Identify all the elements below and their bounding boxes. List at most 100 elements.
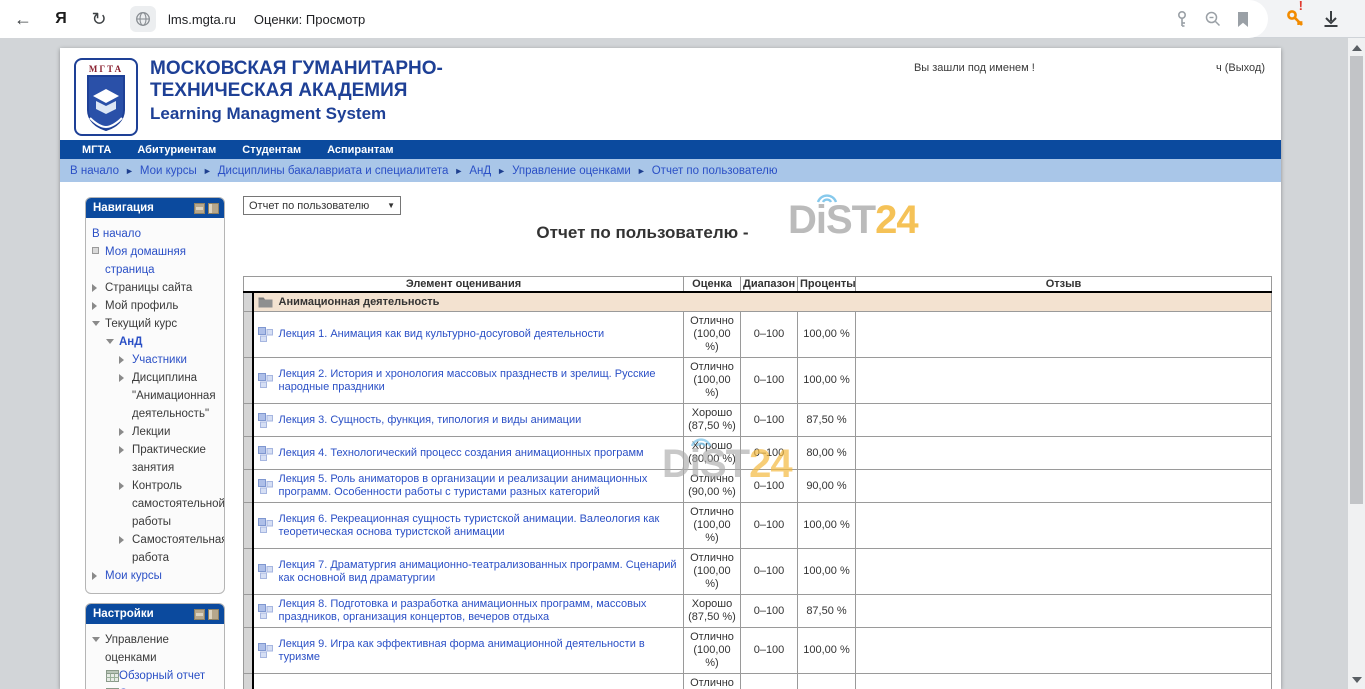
grade-item-link[interactable]: Лекция 7. Драматургия анимационно-театра… xyxy=(279,559,680,585)
dock-block-icon[interactable] xyxy=(208,203,219,214)
nav-item-2[interactable]: Абитуриентам xyxy=(137,144,216,156)
grade-item-cell: Лекция 7. Драматургия анимационно-театра… xyxy=(253,549,684,595)
sidebar-item[interactable]: Мой профиль xyxy=(92,297,220,315)
indent-cell xyxy=(244,437,253,470)
collapse-arrow-icon xyxy=(106,339,114,344)
grade-item-link[interactable]: Лекция 5. Роль аниматоров в организации … xyxy=(279,473,680,499)
logout-link[interactable]: ч (Выход) xyxy=(1216,62,1265,74)
grade-item-link[interactable]: Лекция 8. Подготовка и разработка анимац… xyxy=(279,598,680,624)
vertical-scrollbar[interactable] xyxy=(1348,38,1365,689)
grade-cell: Отлично(100,00 %) xyxy=(684,674,741,689)
column-header: Отзыв xyxy=(856,277,1272,293)
expand-arrow-icon xyxy=(119,482,124,490)
refresh-button[interactable]: ↻ xyxy=(84,4,114,34)
scroll-down-arrow[interactable] xyxy=(1348,672,1365,687)
page-title: Отчет по пользователю - xyxy=(536,223,748,243)
sidebar-item-label: Самостоятельная работа xyxy=(132,531,225,567)
feedback-cell xyxy=(856,437,1272,470)
percent-cell: 100,00 % xyxy=(798,312,856,358)
scrollbar-thumb[interactable] xyxy=(1350,56,1363,504)
breadcrumb-link[interactable]: Мои курсы xyxy=(140,165,197,177)
collapse-block-icon[interactable] xyxy=(194,609,205,620)
percent-cell: 87,50 % xyxy=(798,404,856,437)
expand-arrow-icon xyxy=(119,356,124,364)
grade-item-link[interactable]: Лекция 2. История и хронология массовых … xyxy=(279,368,680,394)
breadcrumb-link[interactable]: Отчет по пользователю xyxy=(652,165,778,177)
grades-table: Элемент оцениванияОценкаДиапазонПроценты… xyxy=(243,276,1272,689)
sidebar-item[interactable]: Управление оценками xyxy=(92,631,220,667)
range-cell: 0–100 xyxy=(741,503,798,549)
breadcrumb-link[interactable]: АнД xyxy=(469,165,491,177)
sidebar-item[interactable]: В начало xyxy=(92,225,220,243)
report-type-select[interactable]: Отчет по пользователю ▼ xyxy=(243,196,401,215)
table-row: Итоговое тестированиеОтлично(100,00 %)0–… xyxy=(244,674,1272,689)
indent-cell xyxy=(244,292,253,312)
sidebar-item-label: Лекции xyxy=(132,423,220,441)
bookmark-icon[interactable] xyxy=(1236,11,1250,28)
sidebar-item[interactable]: Участники xyxy=(92,351,220,369)
yandex-browser-icon[interactable]: Я xyxy=(46,4,76,34)
site-info-chip[interactable] xyxy=(130,6,156,32)
password-alert-icon[interactable]: ! xyxy=(1285,8,1303,30)
sidebar-item[interactable]: Отчет по пользователю xyxy=(92,685,220,689)
sidebar-item[interactable]: Страницы сайта xyxy=(92,279,220,297)
collapse-block-icon[interactable] xyxy=(194,203,205,214)
address-bar[interactable]: ← Я ↻ lms.mgta.ru Оценки: Просмотр xyxy=(0,0,1268,38)
lesson-icon xyxy=(258,564,273,579)
breadcrumb-link[interactable]: Управление оценками xyxy=(512,165,631,177)
grade-item-cell: Лекция 5. Роль аниматоров в организации … xyxy=(253,470,684,503)
sidebar-item[interactable]: Моя домашняя страница xyxy=(92,243,220,279)
dock-block-icon[interactable] xyxy=(208,609,219,620)
sidebar-item[interactable]: Контроль самостоятельной работы xyxy=(92,477,220,531)
table-row: Лекция 8. Подготовка и разработка анимац… xyxy=(244,595,1272,628)
sidebar-item[interactable]: Практические занятия xyxy=(92,441,220,477)
lesson-icon xyxy=(258,479,273,494)
download-icon[interactable] xyxy=(1321,9,1341,29)
nav-item-4[interactable]: Аспирантам xyxy=(327,144,393,156)
feedback-cell xyxy=(856,674,1272,689)
login-prefix: Вы зашли под именем ! xyxy=(914,62,1035,74)
sidebar-item[interactable]: Лекции xyxy=(92,423,220,441)
grade-item-link[interactable]: Лекция 6. Рекреационная сущность туристс… xyxy=(279,513,680,539)
table-row: Лекция 1. Анимация как вид культурно-дос… xyxy=(244,312,1272,358)
grade-item-link[interactable]: Лекция 4. Технологический процесс создан… xyxy=(279,447,644,460)
navigation-block: Навигация В началоМоя домашняя страницаС… xyxy=(85,197,225,594)
sidebar-item-label: Отчет по пользователю xyxy=(119,685,220,689)
grade-item-link[interactable]: Лекция 9. Игра как эффективная форма ани… xyxy=(279,638,680,664)
scroll-up-arrow[interactable] xyxy=(1348,40,1365,55)
browser-toolbar: ← Я ↻ lms.mgta.ru Оценки: Просмотр xyxy=(0,0,1365,38)
sidebar-item[interactable]: Самостоятельная работа xyxy=(92,531,220,567)
nav-item-3[interactable]: Студентам xyxy=(242,144,301,156)
sidebar-item[interactable]: Текущий курс xyxy=(92,315,220,333)
report-table-icon xyxy=(106,670,119,682)
feedback-cell xyxy=(856,470,1272,503)
grade-item-link[interactable]: Лекция 1. Анимация как вид культурно-дос… xyxy=(279,328,605,341)
settings-block: Настройки Управление оценкамиОбзорный от… xyxy=(85,603,225,689)
range-cell: 0–100 xyxy=(741,628,798,674)
percent-cell: 100,00 % xyxy=(798,503,856,549)
feedback-cell xyxy=(856,595,1272,628)
mgta-logo: МГТА xyxy=(74,58,138,136)
sidebar: Навигация В началоМоя домашняя страницаС… xyxy=(85,197,225,689)
url-text[interactable]: lms.mgta.ru xyxy=(168,12,236,27)
lesson-icon xyxy=(258,446,273,461)
breadcrumb-link[interactable]: Дисциплины бакалавриата и специалитета xyxy=(218,165,449,177)
zoom-page-icon[interactable] xyxy=(1204,10,1222,28)
back-button[interactable]: ← xyxy=(8,4,38,34)
grade-item-cell: Лекция 2. История и хронология массовых … xyxy=(253,358,684,404)
sidebar-item[interactable]: Мои курсы xyxy=(92,567,220,585)
nav-item-1[interactable]: МГТА xyxy=(82,144,111,156)
table-row: Лекция 3. Сущность, функция, типология и… xyxy=(244,404,1272,437)
range-cell: 0–100 xyxy=(741,674,798,689)
password-key-icon[interactable] xyxy=(1174,10,1190,28)
sidebar-item[interactable]: Обзорный отчет xyxy=(92,667,220,685)
percent-cell: 90,00 % xyxy=(798,470,856,503)
grade-item-link[interactable]: Лекция 3. Сущность, функция, типология и… xyxy=(279,414,582,427)
sidebar-item[interactable]: АнД xyxy=(92,333,220,351)
main-nav: МГТА Абитуриентам Студентам Аспирантам xyxy=(60,140,1281,159)
table-row: Лекция 9. Игра как эффективная форма ани… xyxy=(244,628,1272,674)
sidebar-item[interactable]: Дисциплина "Анимационная деятельность" xyxy=(92,369,220,423)
breadcrumb-link[interactable]: В начало xyxy=(70,165,119,177)
table-row: Лекция 4. Технологический процесс создан… xyxy=(244,437,1272,470)
site-header: МГТА МОСКОВСКАЯ ГУМАНИТАРНО- ТЕХНИЧЕСКАЯ… xyxy=(60,48,1281,140)
